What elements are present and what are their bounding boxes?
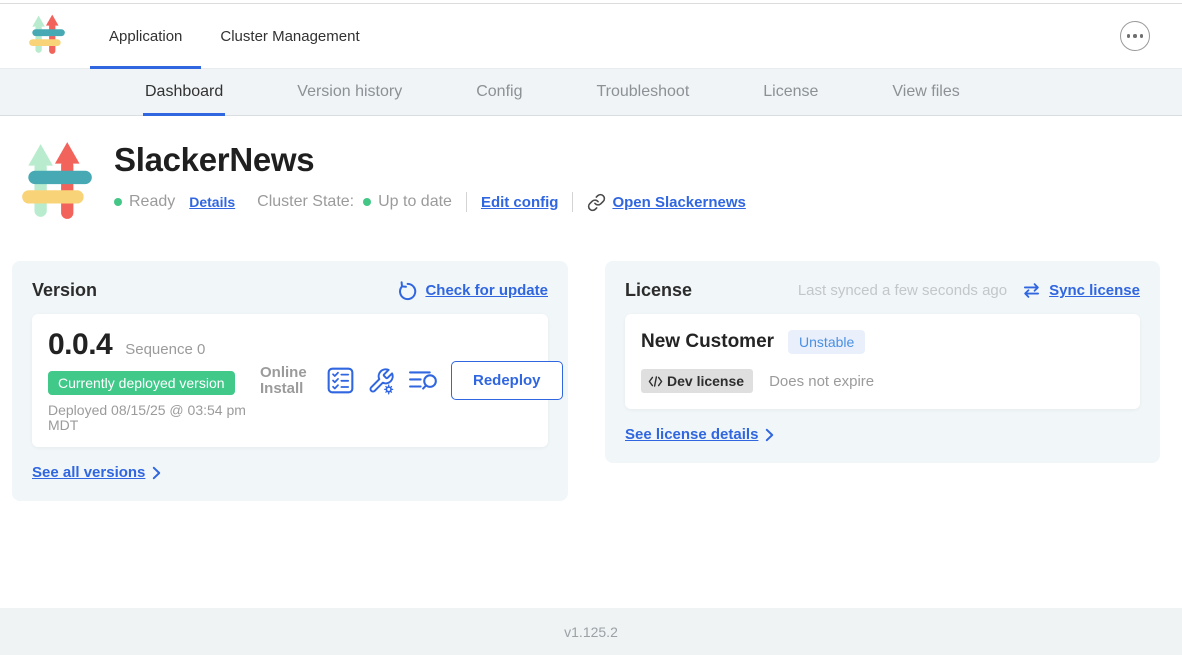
view-config-button[interactable] [367, 367, 395, 395]
overflow-menu-button[interactable] [1120, 21, 1150, 51]
top-nav-tabs: Application Cluster Management [90, 4, 379, 68]
divider [572, 192, 573, 212]
subtab-config-label: Config [476, 83, 522, 101]
version-number: 0.0.4 [48, 328, 112, 362]
sync-license-link[interactable]: Sync license [1022, 282, 1140, 299]
deployed-timestamp: Deployed 08/15/25 @ 03:54 pm MDT [48, 403, 253, 433]
code-brackets-icon [648, 376, 663, 387]
app-status-row: Ready Details Cluster State: Up to date … [114, 192, 746, 212]
current-version-panel: 0.0.4 Sequence 0 Currently deployed vers… [32, 314, 548, 447]
subtab-dashboard-label: Dashboard [145, 83, 223, 101]
cluster-state-label: Cluster State: [257, 193, 354, 211]
channel-badge: Unstable [788, 330, 865, 354]
license-expiry: Does not expire [769, 373, 874, 390]
open-app-link-label: Open Slackernews [612, 194, 745, 211]
version-card: Version Check for update 0.0.4 Sequence … [12, 261, 568, 501]
subtab-config[interactable]: Config [476, 69, 522, 115]
wrench-gear-icon [367, 367, 395, 395]
check-for-update-label: Check for update [425, 282, 548, 299]
edit-config-link[interactable]: Edit config [481, 194, 559, 211]
console-version: v1.125.2 [564, 624, 618, 640]
subtab-dashboard[interactable]: Dashboard [145, 69, 223, 115]
last-synced-label: Last synced a few seconds ago [798, 282, 1007, 299]
ellipsis-icon [1127, 34, 1144, 38]
subtab-license-label: License [763, 83, 818, 101]
sync-arrows-icon [1022, 282, 1041, 299]
subtab-troubleshoot[interactable]: Troubleshoot [596, 69, 689, 115]
subtab-troubleshoot-label: Troubleshoot [596, 83, 689, 101]
chain-link-icon [587, 193, 606, 212]
check-for-update-link[interactable]: Check for update [397, 281, 548, 301]
tab-cluster-management-label: Cluster Management [220, 28, 359, 45]
details-link[interactable]: Details [189, 194, 235, 210]
version-card-title: Version [32, 280, 97, 301]
license-card-title: License [625, 280, 692, 301]
subtab-version-history-label: Version history [297, 83, 402, 101]
app-sub-nav: Dashboard Version history Config Trouble… [0, 69, 1182, 116]
ready-status-dot-icon [114, 198, 122, 206]
app-logo-icon [28, 13, 66, 61]
currently-deployed-badge: Currently deployed version [48, 371, 235, 395]
tab-cluster-management[interactable]: Cluster Management [201, 4, 378, 68]
deploy-logs-button[interactable] [408, 368, 438, 394]
ready-status-label: Ready [129, 193, 175, 211]
install-type-label: Online Install [260, 365, 314, 397]
sync-license-label: Sync license [1049, 282, 1140, 299]
subtab-version-history[interactable]: Version history [297, 69, 402, 115]
see-license-details-link[interactable]: See license details [625, 426, 1140, 443]
page-title: SlackerNews [114, 141, 746, 179]
subtab-view-files-label: View files [892, 83, 959, 101]
subtab-view-files[interactable]: View files [892, 69, 959, 115]
console-footer: v1.125.2 [0, 608, 1182, 655]
see-license-details-label: See license details [625, 426, 758, 443]
sequence-label: Sequence 0 [125, 341, 205, 358]
customer-name: New Customer [641, 331, 774, 353]
subtab-license[interactable]: License [763, 69, 818, 115]
checklist-icon [327, 367, 354, 394]
tab-application-label: Application [109, 28, 182, 45]
preflight-checks-button[interactable] [327, 367, 354, 394]
chevron-right-icon [152, 466, 161, 480]
app-logo-large-icon [20, 139, 94, 228]
main-nav: Application Cluster Management [0, 4, 1182, 69]
license-type-badge: Dev license [641, 369, 753, 393]
chevron-right-icon [765, 428, 774, 442]
open-app-link[interactable]: Open Slackernews [587, 193, 745, 212]
refresh-icon [397, 281, 417, 301]
app-header: SlackerNews Ready Details Cluster State:… [0, 116, 1182, 228]
license-type-label: Dev license [667, 373, 744, 389]
cluster-state-dot-icon [363, 198, 371, 206]
logs-magnifier-icon [408, 368, 438, 394]
redeploy-button[interactable]: Redeploy [451, 361, 563, 400]
see-all-versions-label: See all versions [32, 464, 145, 481]
tab-application[interactable]: Application [90, 4, 201, 68]
license-detail-panel: New Customer Unstable Dev license Does n… [625, 314, 1140, 409]
see-all-versions-link[interactable]: See all versions [32, 464, 548, 481]
divider [466, 192, 467, 212]
license-card: License Last synced a few seconds ago Sy… [605, 261, 1160, 463]
cluster-state-value: Up to date [378, 193, 452, 211]
